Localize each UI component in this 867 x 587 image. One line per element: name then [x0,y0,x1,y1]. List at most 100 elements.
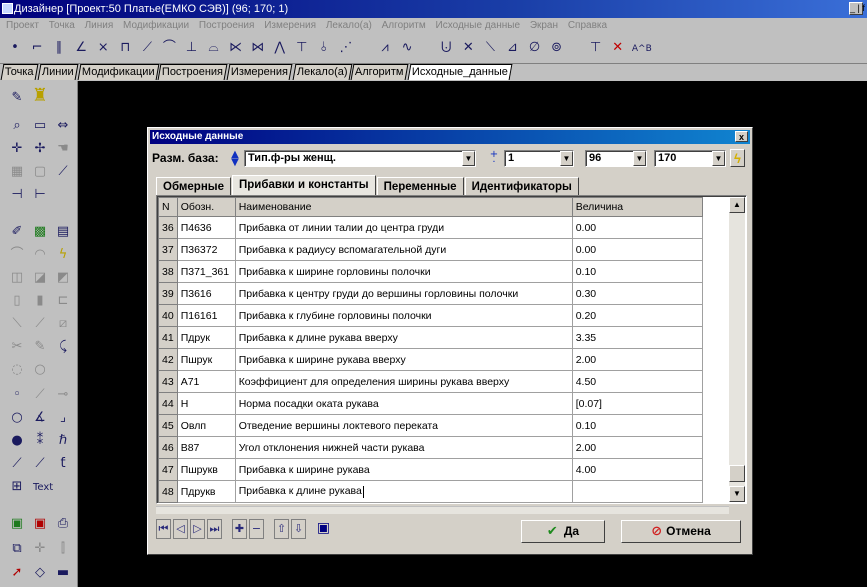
shape-f-icon[interactable]: ⊏ [52,290,74,312]
row-number-cell[interactable]: 42 [158,348,178,371]
cross-dim-icon[interactable]: ✛ [29,538,51,560]
slash-a-icon[interactable]: ⟋ [6,453,28,475]
label-ab-icon[interactable]: A^B [631,38,653,60]
layers-a-icon[interactable]: ▣ [6,513,28,535]
menu-item-patterns[interactable]: Лекало(а) [326,20,372,31]
value-cell[interactable]: 0.30 [571,282,703,305]
size-a-select[interactable]: 96 ▼ [585,150,647,167]
bisector-icon[interactable]: ⋉ [227,37,245,59]
name-cell[interactable]: Отведение вершины локтевого переката [234,414,573,437]
wave-icon[interactable]: ∿ [398,37,416,59]
join-h-icon[interactable]: ⊢ [29,184,51,206]
edit-b-icon[interactable]: ✎ [29,336,51,358]
table-row[interactable]: 42 Пшрук Прибавка к ширине рукава вверху 2.… [158,348,703,371]
panel-icon[interactable]: ▤ [52,221,74,243]
window-icon[interactable]: ▭ [29,115,51,137]
menu-item-algorithm[interactable]: Алгоритм [382,20,426,31]
menu-item-project[interactable]: Проект [6,20,39,31]
code-cell[interactable]: Пдрук [176,326,236,349]
column-header-n[interactable]: N [158,197,178,217]
tab-point[interactable]: Точка [0,64,39,80]
layers-b-icon[interactable]: ▣ [29,513,51,535]
ok-button[interactable]: ✔ Да [521,520,605,543]
mirror-icon[interactable]: ⫰ [315,37,333,59]
move-icon[interactable]: ✛ [6,138,28,160]
text-tool-button[interactable]: Text [29,477,73,499]
rectangle-icon[interactable]: ⊓ [116,37,134,59]
tab-lines[interactable]: Линии [37,64,78,80]
lightning-icon[interactable]: ϟ [52,244,74,266]
row-number-cell[interactable]: 44 [158,392,178,415]
dart-icon[interactable]: ⟋ [52,161,74,183]
split-dim-icon[interactable]: ⫿ [52,538,74,560]
frame-icon[interactable]: ▢ [29,161,51,183]
name-cell[interactable]: Прибавка от линии талии до центра груди [234,216,573,239]
row-number-cell[interactable]: 41 [158,326,178,349]
name-cell[interactable]: Норма посадки оката рукава [234,392,573,415]
perpendicular-icon[interactable]: ⊥ [183,37,201,59]
parallel-line-icon[interactable]: ∥ [50,37,68,59]
tab-modifications[interactable]: Модификации [77,64,159,80]
curve-tool-icon[interactable]: ⌒ [6,244,28,266]
menu-item-help[interactable]: Справка [568,20,607,31]
menu-item-point[interactable]: Точка [49,20,75,31]
tab-identifiers[interactable]: Идентификаторы [464,177,579,196]
value-cell[interactable]: 0.10 [571,414,703,437]
cross-icon[interactable]: ⨯ [94,37,112,59]
value-cell[interactable]: 4.00 [571,458,703,481]
tab-measurements[interactable]: Измерения [226,64,293,80]
code-cell[interactable]: П371_361 [176,260,236,283]
arc-tool-icon[interactable]: ◠ [29,244,51,266]
slash-b-icon[interactable]: ⟋ [29,453,51,475]
vertical-scrollbar[interactable]: ▲ ▼ [729,197,745,502]
tab-variables[interactable]: Переменные [376,177,464,196]
lightning-apply-icon[interactable]: ϟ [730,149,745,167]
tab-constructions[interactable]: Построения [157,64,228,80]
menu-item-source-data[interactable]: Исходные данные [436,20,521,31]
arc-icon[interactable]: ⌓ [205,37,223,59]
save-icon[interactable]: ▣ [316,519,331,539]
split-icon[interactable]: ⋀ [271,37,289,59]
export-icon[interactable]: ⧉ [6,538,28,560]
row-number-cell[interactable]: 39 [158,282,178,305]
line-tool-icon[interactable]: ⌐ [28,37,46,59]
menu-item-measurements[interactable]: Измерения [264,20,316,31]
ring-a-icon[interactable]: ◌ [6,359,28,381]
point-icon[interactable]: • [6,37,24,59]
pattern-icon[interactable]: ▩ [29,221,51,243]
code-cell[interactable]: Н [176,392,236,415]
tab-algorithm[interactable]: Алгоритм [350,64,409,80]
arrow-tool-icon[interactable]: ➚ [6,562,28,584]
shape-e-icon[interactable]: ▮ [29,290,51,312]
table-row[interactable]: 44 Н Норма посадки оката рукава [0.07] [158,392,703,415]
value-cell[interactable]: 0.10 [571,260,703,283]
last-record-icon[interactable]: ⏭ [207,519,222,539]
split-h-icon[interactable]: ⊣ [6,184,28,206]
line-b-icon[interactable]: ⊸ [52,384,74,406]
bullet-tool-icon[interactable]: ● [6,430,28,452]
pencil-icon[interactable]: ✐ [6,221,28,243]
row-number-cell[interactable]: 43 [158,370,178,393]
column-header-code[interactable]: Обозн. [176,197,236,217]
pen-tool-icon[interactable]: ✎ [6,87,28,109]
value-cell[interactable]: 0.00 [571,216,703,239]
menu-item-modifications[interactable]: Модификации [123,20,189,31]
menu-item-screen[interactable]: Экран [530,20,558,31]
tab-measurements-data[interactable]: Обмерные [156,177,231,196]
row-number-cell[interactable]: 37 [158,238,178,261]
bar-tool-icon[interactable]: ▬ [52,562,74,584]
circle-tool-icon[interactable]: ○ [6,407,28,429]
hand-icon[interactable]: ☚ [52,138,74,160]
row-number-cell[interactable]: 48 [158,480,178,503]
t1-tool-icon[interactable]: ƭ [52,453,74,475]
horizontal-scrollbar[interactable] [156,506,729,514]
perp-tool-icon[interactable]: ⊤ [587,37,605,59]
table-row[interactable]: 43 А71 Коэффициент для определения ширины … [158,370,703,393]
table-row[interactable]: 46 В87 Угол отклонения нижней части рукава… [158,436,703,459]
code-cell[interactable]: П36372 [176,238,236,261]
dialog-close-button[interactable]: x [735,131,748,142]
code-cell[interactable]: П3616 [176,282,236,305]
table-row[interactable]: 39 П3616 Прибавка к центру груди до вершин… [158,282,703,305]
node-icon[interactable]: ⊿ [503,37,521,59]
ring-b-icon[interactable]: ○ [29,359,51,381]
